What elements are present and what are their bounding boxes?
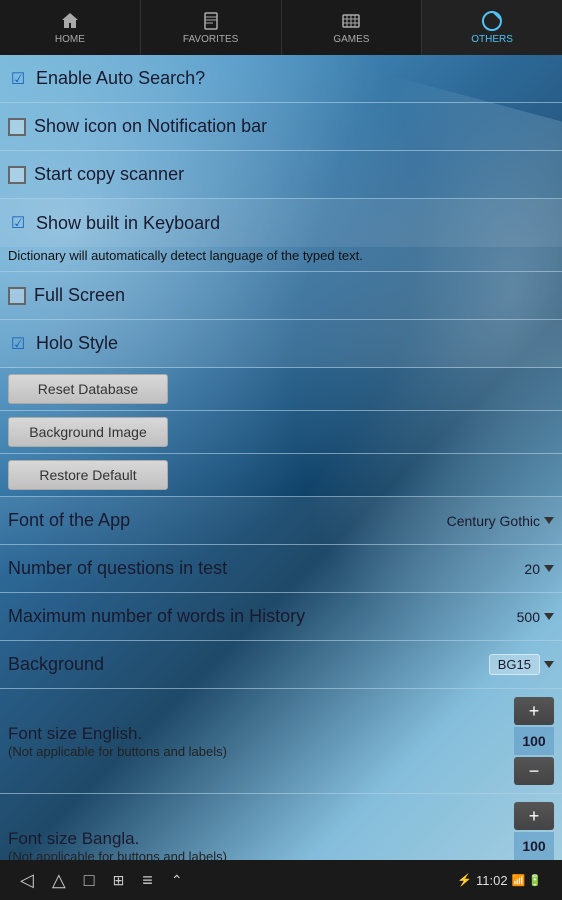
font-size-bangla-label-container: Font size Bangla. (Not applicable for bu…	[8, 829, 514, 860]
top-navigation: HOME FAVORITES GAMES	[0, 0, 562, 55]
menu-button[interactable]: ≡	[142, 870, 153, 891]
bluetooth-icon: ⚡	[457, 873, 472, 887]
font-of-app-dropdown-arrow	[544, 517, 554, 524]
num-questions-dropdown-arrow	[544, 565, 554, 572]
reset-database-row: Reset Database	[0, 368, 562, 411]
background-image-row: Background Image	[0, 411, 562, 454]
games-icon	[340, 10, 362, 32]
holo-style-label: Holo Style	[36, 333, 554, 354]
nav-games[interactable]: GAMES	[282, 0, 423, 55]
favorites-icon	[200, 10, 222, 32]
enable-auto-search-checkbox[interactable]: ☑	[8, 69, 28, 89]
nav-others[interactable]: OTHERS	[422, 0, 562, 55]
signal-icons: 📶 🔋	[512, 874, 542, 887]
font-of-app-value-container[interactable]: Century Gothic	[447, 513, 554, 529]
full-screen-checkbox[interactable]	[8, 287, 26, 305]
show-keyboard-label: Show built in Keyboard	[36, 213, 554, 234]
num-questions-label: Number of questions in test	[8, 558, 524, 579]
qr-button[interactable]: ⊞	[113, 872, 125, 889]
nav-others-label: OTHERS	[471, 34, 513, 45]
recent-apps-button[interactable]: □	[84, 870, 95, 891]
num-questions-value-container[interactable]: 20	[524, 561, 554, 577]
show-keyboard-row: ☑ Show built in Keyboard	[0, 199, 562, 247]
num-questions-value: 20	[524, 561, 540, 577]
background-value-container[interactable]: BG15	[481, 654, 554, 675]
start-copy-scanner-row: Start copy scanner	[0, 151, 562, 199]
max-words-value: 500	[517, 609, 540, 625]
back-button[interactable]: ◁	[20, 870, 34, 891]
nav-home[interactable]: HOME	[0, 0, 141, 55]
show-icon-notification-checkbox[interactable]	[8, 118, 26, 136]
restore-default-row: Restore Default	[0, 454, 562, 497]
enable-auto-search-label: Enable Auto Search?	[36, 68, 554, 89]
full-screen-label: Full Screen	[34, 285, 554, 306]
show-icon-notification-row: Show icon on Notification bar	[0, 103, 562, 151]
font-size-bangla-sub: (Not applicable for buttons and labels)	[8, 849, 514, 860]
max-words-row: Maximum number of words in History 500	[0, 593, 562, 641]
nav-favorites-label: FAVORITES	[183, 34, 238, 45]
font-size-english-label: Font size English.	[8, 724, 514, 744]
font-size-english-sub: (Not applicable for buttons and labels)	[8, 744, 514, 759]
settings-content: ☑ Enable Auto Search? Show icon on Notif…	[0, 55, 562, 860]
font-size-bangla-increase[interactable]: +	[514, 802, 554, 830]
font-size-english-label-container: Font size English. (Not applicable for b…	[8, 724, 514, 759]
start-copy-scanner-label: Start copy scanner	[34, 164, 554, 185]
reset-database-button[interactable]: Reset Database	[8, 374, 168, 404]
clock-time: 11:02	[476, 873, 508, 888]
font-size-bangla-label: Font size Bangla.	[8, 829, 514, 849]
battery-icon: 🔋	[528, 874, 542, 887]
bottom-navigation: ◁ △ □ ⊞ ≡ ⌃ ⚡ 11:02 📶 🔋	[0, 860, 562, 900]
keyboard-description: Dictionary will automatically detect lan…	[0, 247, 562, 271]
max-words-value-container[interactable]: 500	[517, 609, 554, 625]
font-size-english-row: Font size English. (Not applicable for b…	[0, 689, 562, 794]
show-keyboard-section: ☑ Show built in Keyboard Dictionary will…	[0, 199, 562, 272]
home-button[interactable]: △	[52, 870, 66, 891]
max-words-label: Maximum number of words in History	[8, 606, 517, 627]
font-of-app-value: Century Gothic	[447, 513, 540, 529]
bottom-nav-left: ◁ △ □ ⊞ ≡ ⌃	[20, 870, 183, 891]
full-screen-row: Full Screen	[0, 272, 562, 320]
up-button[interactable]: ⌃	[171, 872, 183, 889]
others-icon	[481, 10, 503, 32]
status-bar: ⚡ 11:02 📶 🔋	[457, 873, 542, 888]
holo-style-row: ☑ Holo Style	[0, 320, 562, 368]
background-value: BG15	[489, 654, 540, 675]
font-of-app-row: Font of the App Century Gothic	[0, 497, 562, 545]
font-of-app-label: Font of the App	[8, 510, 447, 531]
show-keyboard-checkbox[interactable]: ☑	[8, 213, 28, 233]
font-size-bangla-controls: + 100 −	[514, 802, 554, 860]
nav-home-label: HOME	[55, 34, 85, 45]
font-size-english-controls: + 100 −	[514, 697, 554, 785]
font-size-english-decrease[interactable]: −	[514, 757, 554, 785]
background-image-button[interactable]: Background Image	[8, 417, 168, 447]
nav-favorites[interactable]: FAVORITES	[141, 0, 282, 55]
enable-auto-search-row: ☑ Enable Auto Search?	[0, 55, 562, 103]
background-row: Background BG15	[0, 641, 562, 689]
signal-icon: 📶	[512, 874, 526, 887]
background-label: Background	[8, 654, 481, 675]
font-size-bangla-row: Font size Bangla. (Not applicable for bu…	[0, 794, 562, 860]
font-size-english-increase[interactable]: +	[514, 697, 554, 725]
holo-style-checkbox[interactable]: ☑	[8, 334, 28, 354]
nav-games-label: GAMES	[333, 34, 369, 45]
font-size-english-value: 100	[514, 727, 554, 755]
num-questions-row: Number of questions in test 20	[0, 545, 562, 593]
restore-default-button[interactable]: Restore Default	[8, 460, 168, 490]
show-icon-notification-label: Show icon on Notification bar	[34, 116, 554, 137]
start-copy-scanner-checkbox[interactable]	[8, 166, 26, 184]
background-dropdown-arrow	[544, 661, 554, 668]
font-size-bangla-value: 100	[514, 832, 554, 860]
home-icon	[59, 10, 81, 32]
max-words-dropdown-arrow	[544, 613, 554, 620]
